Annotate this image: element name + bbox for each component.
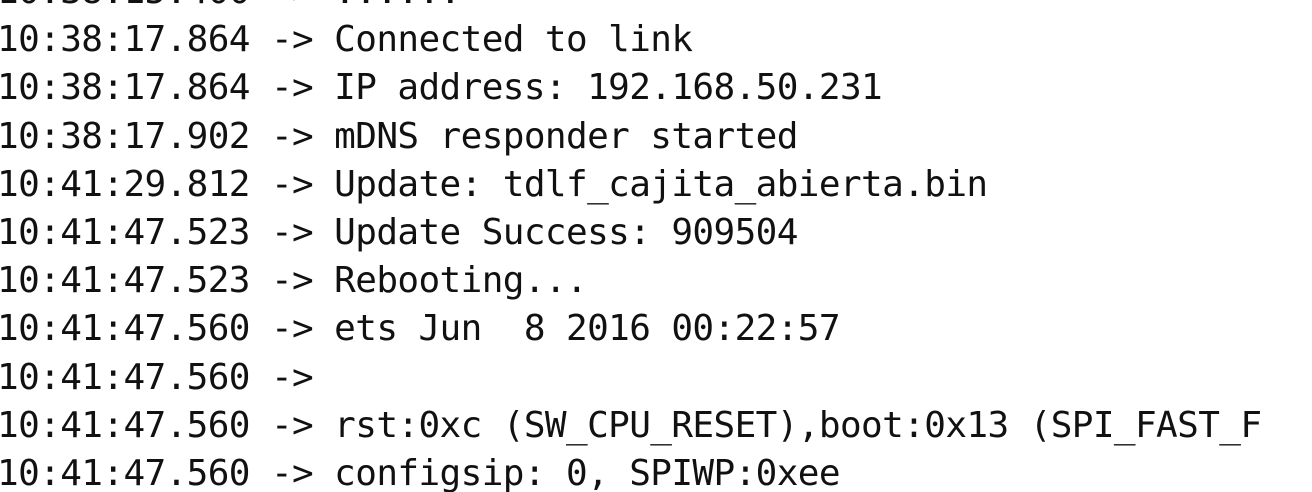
log-line: 10:38:17.902 -> mDNS responder started	[0, 115, 798, 157]
log-line: 10:38:15.400 -> ......	[0, 0, 1261, 16]
log-lines: 10:38:15.400 -> ...... 10:38:17.864 -> C…	[0, 0, 1262, 492]
log-line: 10:41:47.560 ->	[0, 356, 335, 398]
serial-monitor-output: 10:38:15.400 -> ...... 10:38:17.864 -> C…	[0, 0, 1312, 492]
log-line: 10:41:29.812 -> Update: tdlf_cajita_abie…	[0, 163, 988, 205]
log-line: 10:41:47.523 -> Update Success: 909504	[0, 211, 798, 253]
log-line: 10:41:47.560 -> ets Jun 8 2016 00:22:57	[0, 308, 841, 350]
log-line: 10:41:47.560 -> configsip: 0, SPIWP:0xee	[0, 452, 841, 492]
log-line: 10:41:47.523 -> Rebooting...	[0, 260, 588, 302]
log-line: 10:38:17.864 -> Connected to link	[0, 19, 693, 61]
log-line: 10:41:47.560 -> rst:0xc (SW_CPU_RESET),b…	[0, 404, 1262, 446]
log-line: 10:38:17.864 -> IP address: 192.168.50.2…	[0, 67, 883, 109]
